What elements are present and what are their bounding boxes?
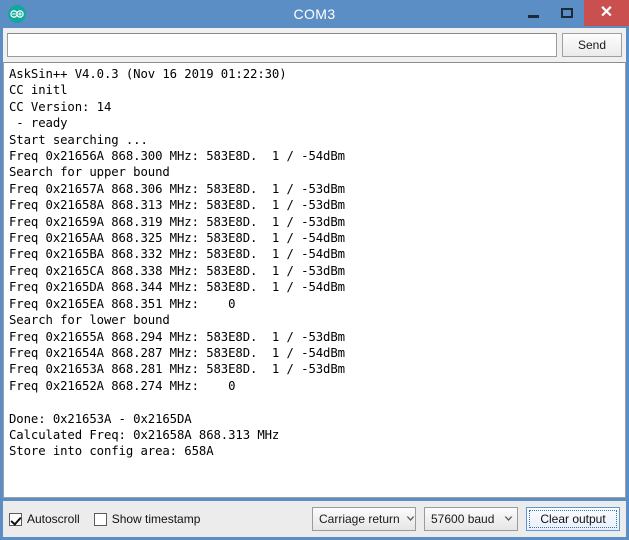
minimize-button[interactable]	[516, 0, 550, 26]
close-icon: ✕	[599, 4, 614, 21]
clear-output-button[interactable]: Clear output	[526, 507, 620, 531]
serial-output-panel[interactable]: AskSin++ V4.0.3 (Nov 16 2019 01:22:30) C…	[3, 62, 626, 498]
send-button[interactable]: Send	[562, 33, 622, 57]
titlebar: COM3 ✕	[0, 0, 629, 28]
close-button[interactable]: ✕	[584, 0, 629, 26]
autoscroll-label: Autoscroll	[27, 512, 80, 526]
show-timestamp-checkbox[interactable]: Show timestamp	[93, 512, 201, 526]
maximize-icon	[561, 8, 573, 18]
chevron-down-icon	[406, 516, 415, 522]
window-controls: ✕	[516, 0, 629, 26]
chevron-down-icon	[500, 516, 517, 522]
line-ending-value: Carriage return	[319, 512, 400, 526]
send-row: Send	[3, 28, 626, 62]
serial-monitor-window: COM3 ✕ Send AskSin++ V4.0.3 (Nov 16 2019…	[0, 0, 629, 540]
show-timestamp-label: Show timestamp	[111, 512, 201, 526]
maximize-button[interactable]	[550, 0, 584, 26]
checkbox-checked-icon	[9, 512, 22, 526]
serial-output-text: AskSin++ V4.0.3 (Nov 16 2019 01:22:30) C…	[9, 67, 345, 459]
line-ending-dropdown[interactable]: Carriage return	[312, 507, 416, 531]
autoscroll-checkbox[interactable]: Autoscroll	[9, 512, 80, 526]
serial-command-input[interactable]	[7, 33, 557, 57]
minimize-icon	[527, 14, 539, 18]
baud-rate-value: 57600 baud	[431, 512, 495, 526]
checkbox-unchecked-icon	[93, 512, 107, 526]
baud-rate-dropdown[interactable]: 57600 baud	[424, 507, 518, 531]
bottom-toolbar: Autoscroll Show timestamp Carriage retur…	[3, 501, 626, 537]
arduino-infinity-icon	[8, 5, 26, 23]
